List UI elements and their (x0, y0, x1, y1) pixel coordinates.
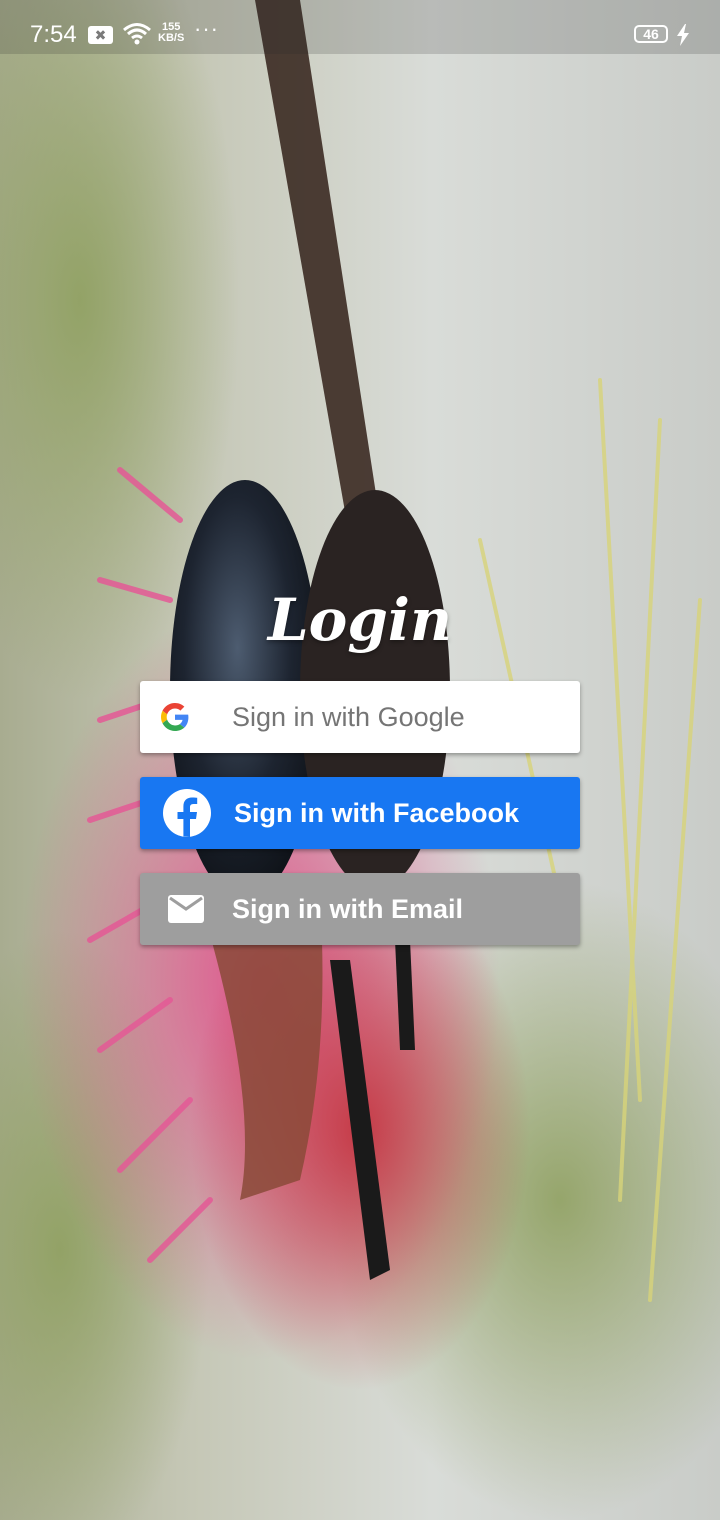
facebook-sign-in-label: Sign in with Facebook (234, 798, 520, 828)
mail-icon (168, 895, 204, 923)
google-sign-in-button[interactable]: Sign in with Google (140, 681, 580, 753)
more-notifications-icon: ··· (194, 16, 219, 41)
facebook-icon (163, 789, 211, 837)
charging-icon (677, 24, 689, 46)
page-title: Login (267, 586, 453, 654)
status-time: 7:54 (30, 21, 77, 48)
facebook-sign-in-button[interactable]: Sign in with Facebook (140, 777, 580, 849)
google-icon (161, 703, 189, 731)
network-speed: 155 KB/S (158, 22, 184, 44)
background-photo (0, 0, 720, 1520)
battery-icon: 46 (634, 25, 668, 43)
email-sign-in-button[interactable]: Sign in with Email (140, 873, 580, 945)
status-bar: 7:54 ✖ 155 KB/S ··· 46 (0, 0, 720, 54)
network-speed-unit: KB/S (158, 32, 185, 44)
login-screen: 7:54 ✖ 155 KB/S ··· 46 Login Sign in wit… (0, 0, 720, 1520)
wifi-icon (123, 23, 151, 45)
notification-icon: ✖ (88, 26, 113, 44)
email-sign-in-label: Sign in with Email (232, 894, 464, 924)
google-sign-in-label: Sign in with Google (232, 702, 465, 732)
